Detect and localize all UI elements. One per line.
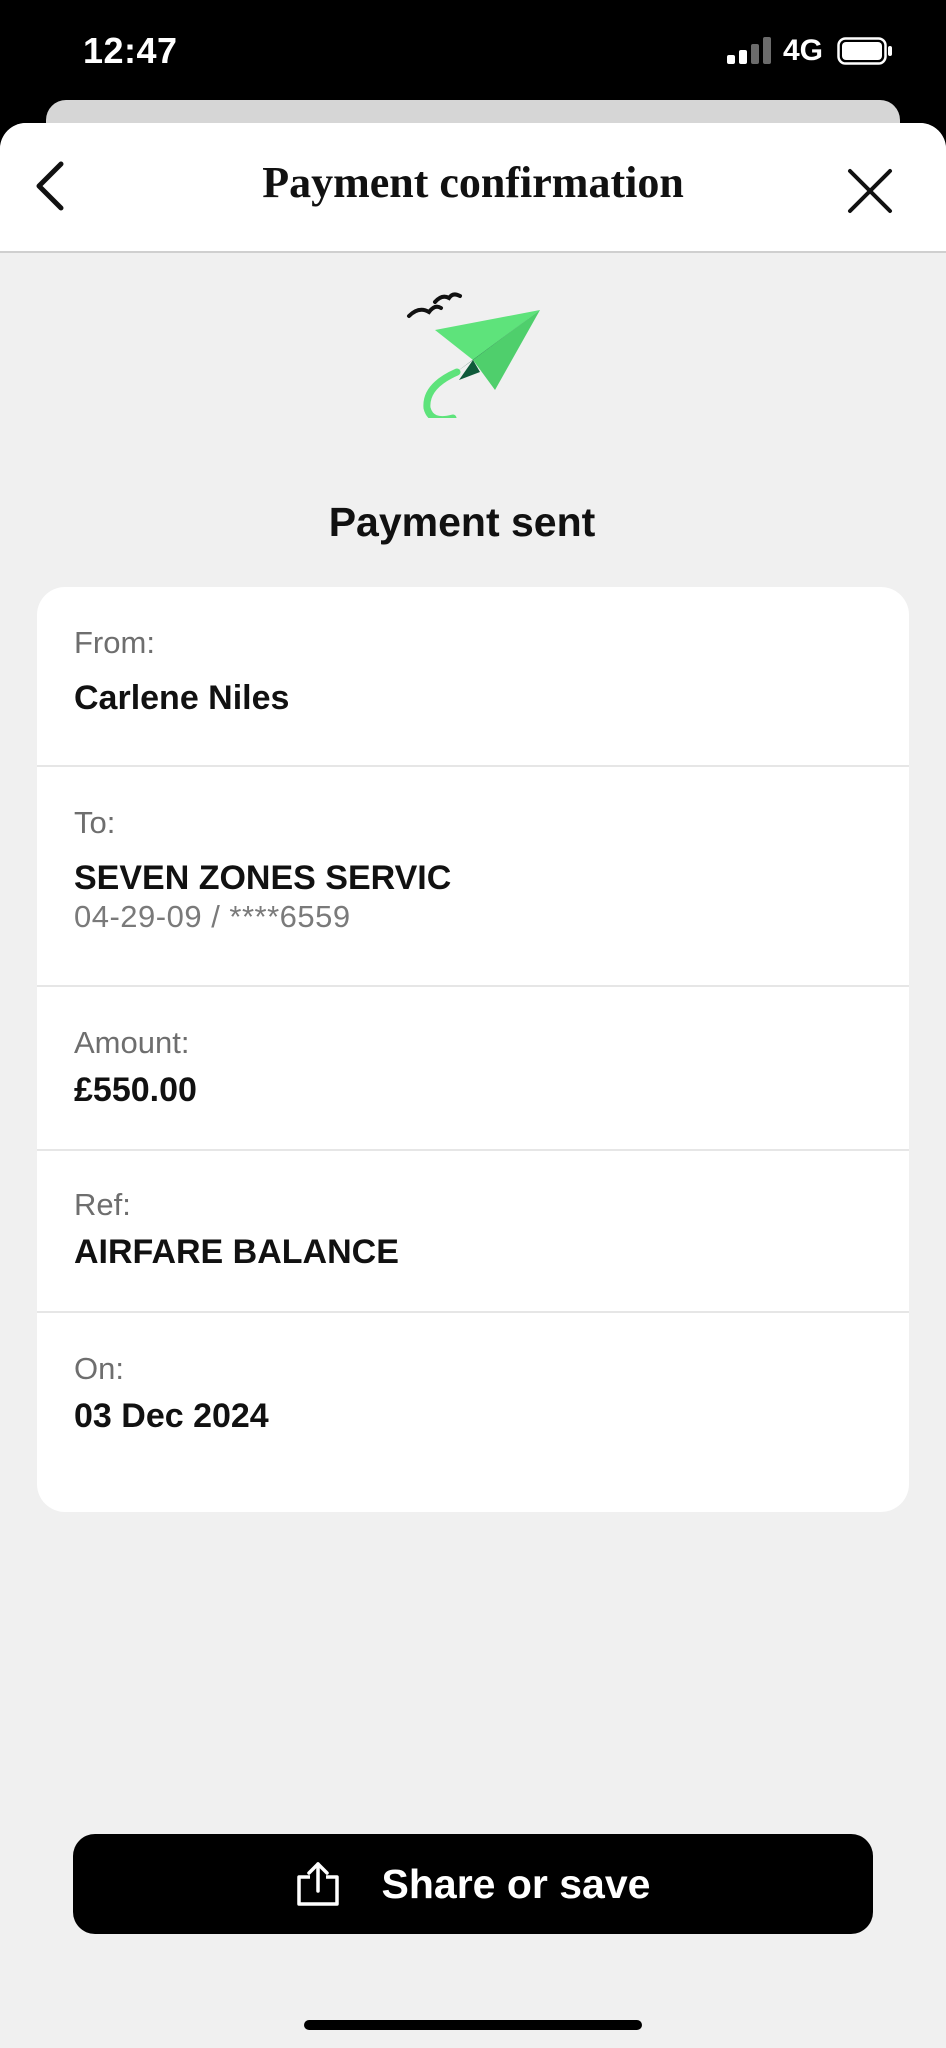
battery-icon <box>837 37 892 65</box>
from-label: From: <box>74 625 155 660</box>
detail-row-amount: Amount: £550.00 <box>37 987 909 1151</box>
detail-row-from: From: Carlene Niles <box>37 587 909 767</box>
status-time: 12:47 <box>83 30 178 71</box>
from-value: Carlene Niles <box>74 679 290 717</box>
on-value: 03 Dec 2024 <box>74 1397 269 1435</box>
on-label: On: <box>74 1351 124 1386</box>
to-account: 04-29-09 / ****6559 <box>74 899 351 934</box>
share-or-save-button[interactable]: Share or save <box>73 1834 873 1934</box>
modal-header: Payment confirmation <box>0 123 946 253</box>
ref-value: AIRFARE BALANCE <box>74 1233 399 1271</box>
home-indicator[interactable] <box>304 2020 642 2030</box>
share-button-label: Share or save <box>381 1860 651 1907</box>
close-button[interactable] <box>840 161 900 221</box>
detail-row-to: To: SEVEN ZONES SERVIC 04-29-09 / ****65… <box>37 767 909 987</box>
paper-plane-icon <box>407 292 540 418</box>
amount-label: Amount: <box>74 1025 190 1060</box>
to-label: To: <box>74 805 116 840</box>
status-bar: 12:47 4G <box>0 0 946 100</box>
detail-row-on: On: 03 Dec 2024 <box>37 1313 909 1512</box>
share-upload-icon <box>296 1862 339 1906</box>
amount-value: £550.00 <box>74 1071 197 1109</box>
payment-details-card: From: Carlene Niles To: SEVEN ZONES SERV… <box>37 587 909 1512</box>
payment-confirmation-modal: Payment confirmation Payment sent From: … <box>0 123 946 2048</box>
network-type: 4G <box>783 34 824 67</box>
close-icon <box>848 169 892 213</box>
ref-label: Ref: <box>74 1187 131 1222</box>
detail-row-ref: Ref: AIRFARE BALANCE <box>37 1151 909 1313</box>
to-value: SEVEN ZONES SERVIC <box>74 859 452 897</box>
cellular-signal-icon <box>727 36 771 64</box>
page-title: Payment confirmation <box>262 158 684 207</box>
payment-status-title: Payment sent <box>328 499 596 545</box>
